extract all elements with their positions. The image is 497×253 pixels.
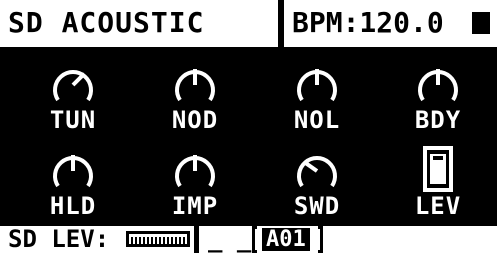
param-label-imp: IMP	[171, 192, 219, 220]
param-imp[interactable]: IMP	[135, 140, 255, 220]
pattern-bracket-left	[252, 226, 257, 253]
pattern-bracket-right	[318, 226, 323, 253]
sound-title: SD ACOUSTIC	[8, 6, 205, 39]
lev-fader-icon[interactable]	[413, 146, 463, 196]
header-divider	[278, 0, 284, 47]
swd-knob-icon[interactable]	[292, 146, 342, 196]
nol-knob-icon[interactable]	[292, 60, 342, 110]
tun-knob-icon[interactable]	[48, 60, 98, 110]
stop-icon	[472, 12, 490, 34]
param-label-nol: NOL	[293, 106, 341, 134]
footer-divider	[194, 226, 199, 253]
header-bar: SD ACOUSTIC BPM:120.0	[0, 0, 497, 47]
bpm-display[interactable]: BPM:120.0	[292, 6, 444, 40]
bdy-knob-icon[interactable]	[413, 60, 463, 110]
param-label-nod: NOD	[171, 106, 219, 134]
param-nod[interactable]: NOD	[135, 54, 255, 134]
param-label-swd: SWD	[293, 192, 341, 220]
imp-knob-icon[interactable]	[170, 146, 220, 196]
hld-knob-icon[interactable]	[48, 146, 98, 196]
pattern-display[interactable]: A01	[262, 228, 310, 251]
param-hld[interactable]: HLD	[13, 140, 133, 220]
param-lev[interactable]: LEV	[378, 140, 497, 220]
param-label-lev: LEV	[414, 192, 462, 220]
level-meter	[126, 231, 190, 247]
level-meter-top	[129, 234, 187, 237]
footer-bar: SD LEV: _ _ : A01	[0, 226, 497, 253]
param-label-bdy: BDY	[414, 106, 462, 134]
param-label-hld: HLD	[49, 192, 97, 220]
param-tun[interactable]: TUN	[13, 54, 133, 134]
sound-edit-screen: SD ACOUSTIC BPM:120.0 TUN NOD NOL BDY HL…	[0, 0, 497, 253]
param-nol[interactable]: NOL	[257, 54, 377, 134]
param-swd[interactable]: SWD	[257, 140, 377, 220]
param-bdy[interactable]: BDY	[378, 54, 497, 134]
nod-knob-icon[interactable]	[170, 60, 220, 110]
active-param-label: SD LEV:	[8, 225, 110, 253]
param-label-tun: TUN	[49, 106, 97, 134]
